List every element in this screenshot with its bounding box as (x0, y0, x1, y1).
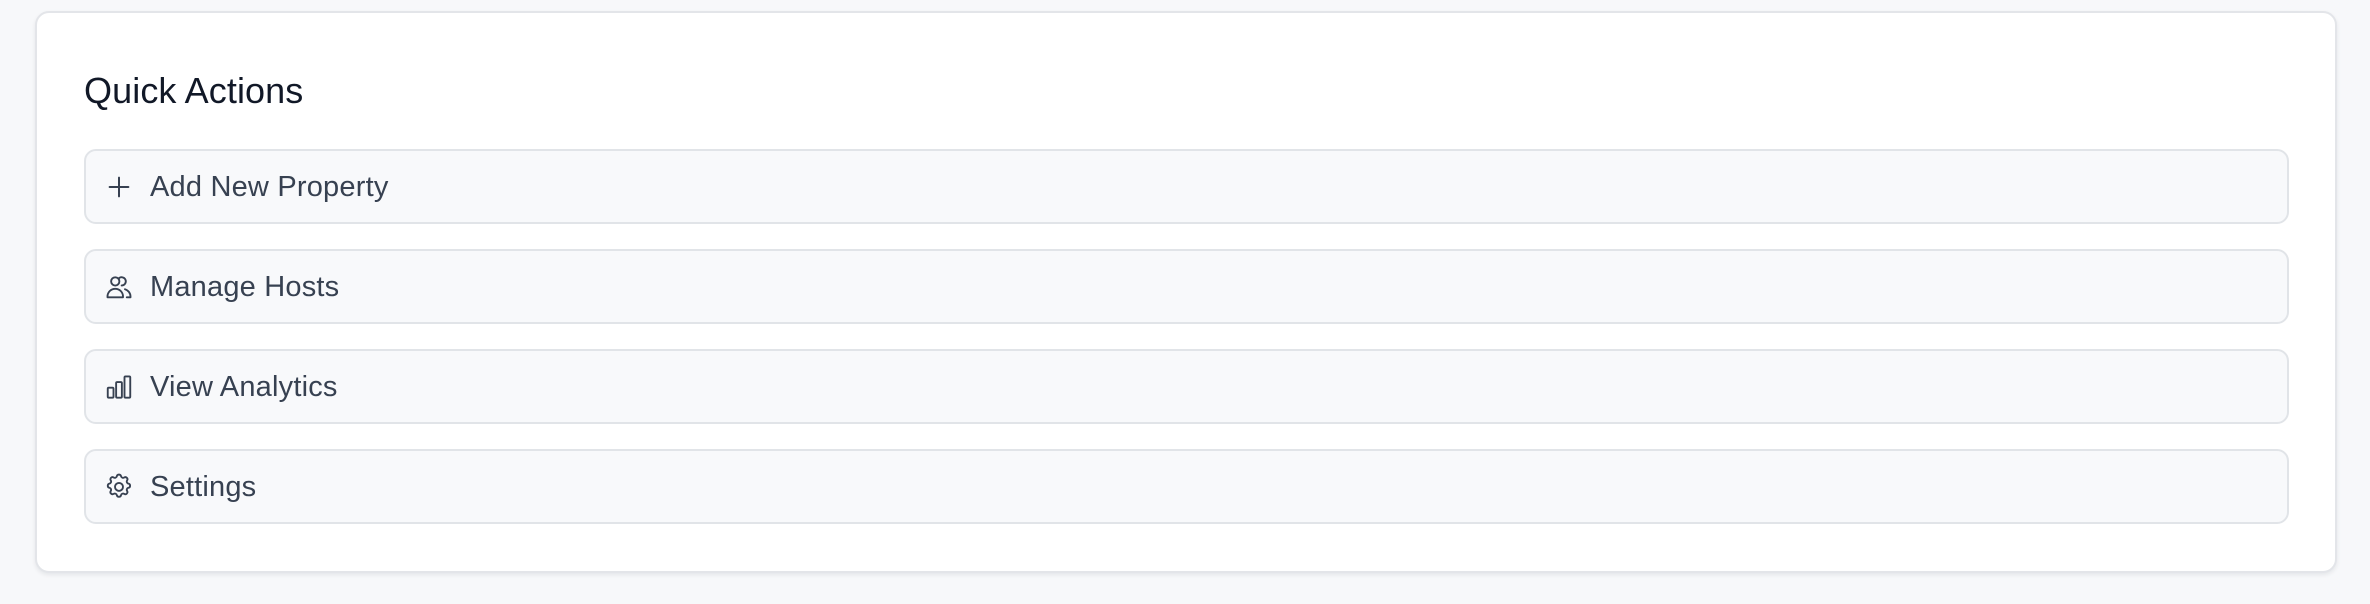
add-new-property-label: Add New Property (150, 170, 389, 203)
add-new-property-button[interactable]: Add New Property (84, 149, 2289, 224)
view-analytics-button[interactable]: View Analytics (84, 349, 2289, 424)
plus-icon (104, 172, 134, 202)
settings-label: Settings (150, 470, 257, 503)
view-analytics-label: View Analytics (150, 370, 338, 403)
quick-actions-list: Add New Property Manage Hosts View Analy… (84, 149, 2289, 524)
manage-hosts-button[interactable]: Manage Hosts (84, 249, 2289, 324)
quick-actions-title: Quick Actions (84, 70, 304, 111)
manage-hosts-label: Manage Hosts (150, 270, 340, 303)
users-icon (104, 272, 134, 302)
settings-button[interactable]: Settings (84, 449, 2289, 524)
bar-chart-icon (104, 372, 134, 402)
quick-actions-card: Quick Actions Add New Property Manage Ho… (35, 11, 2337, 573)
gear-icon (104, 472, 134, 502)
